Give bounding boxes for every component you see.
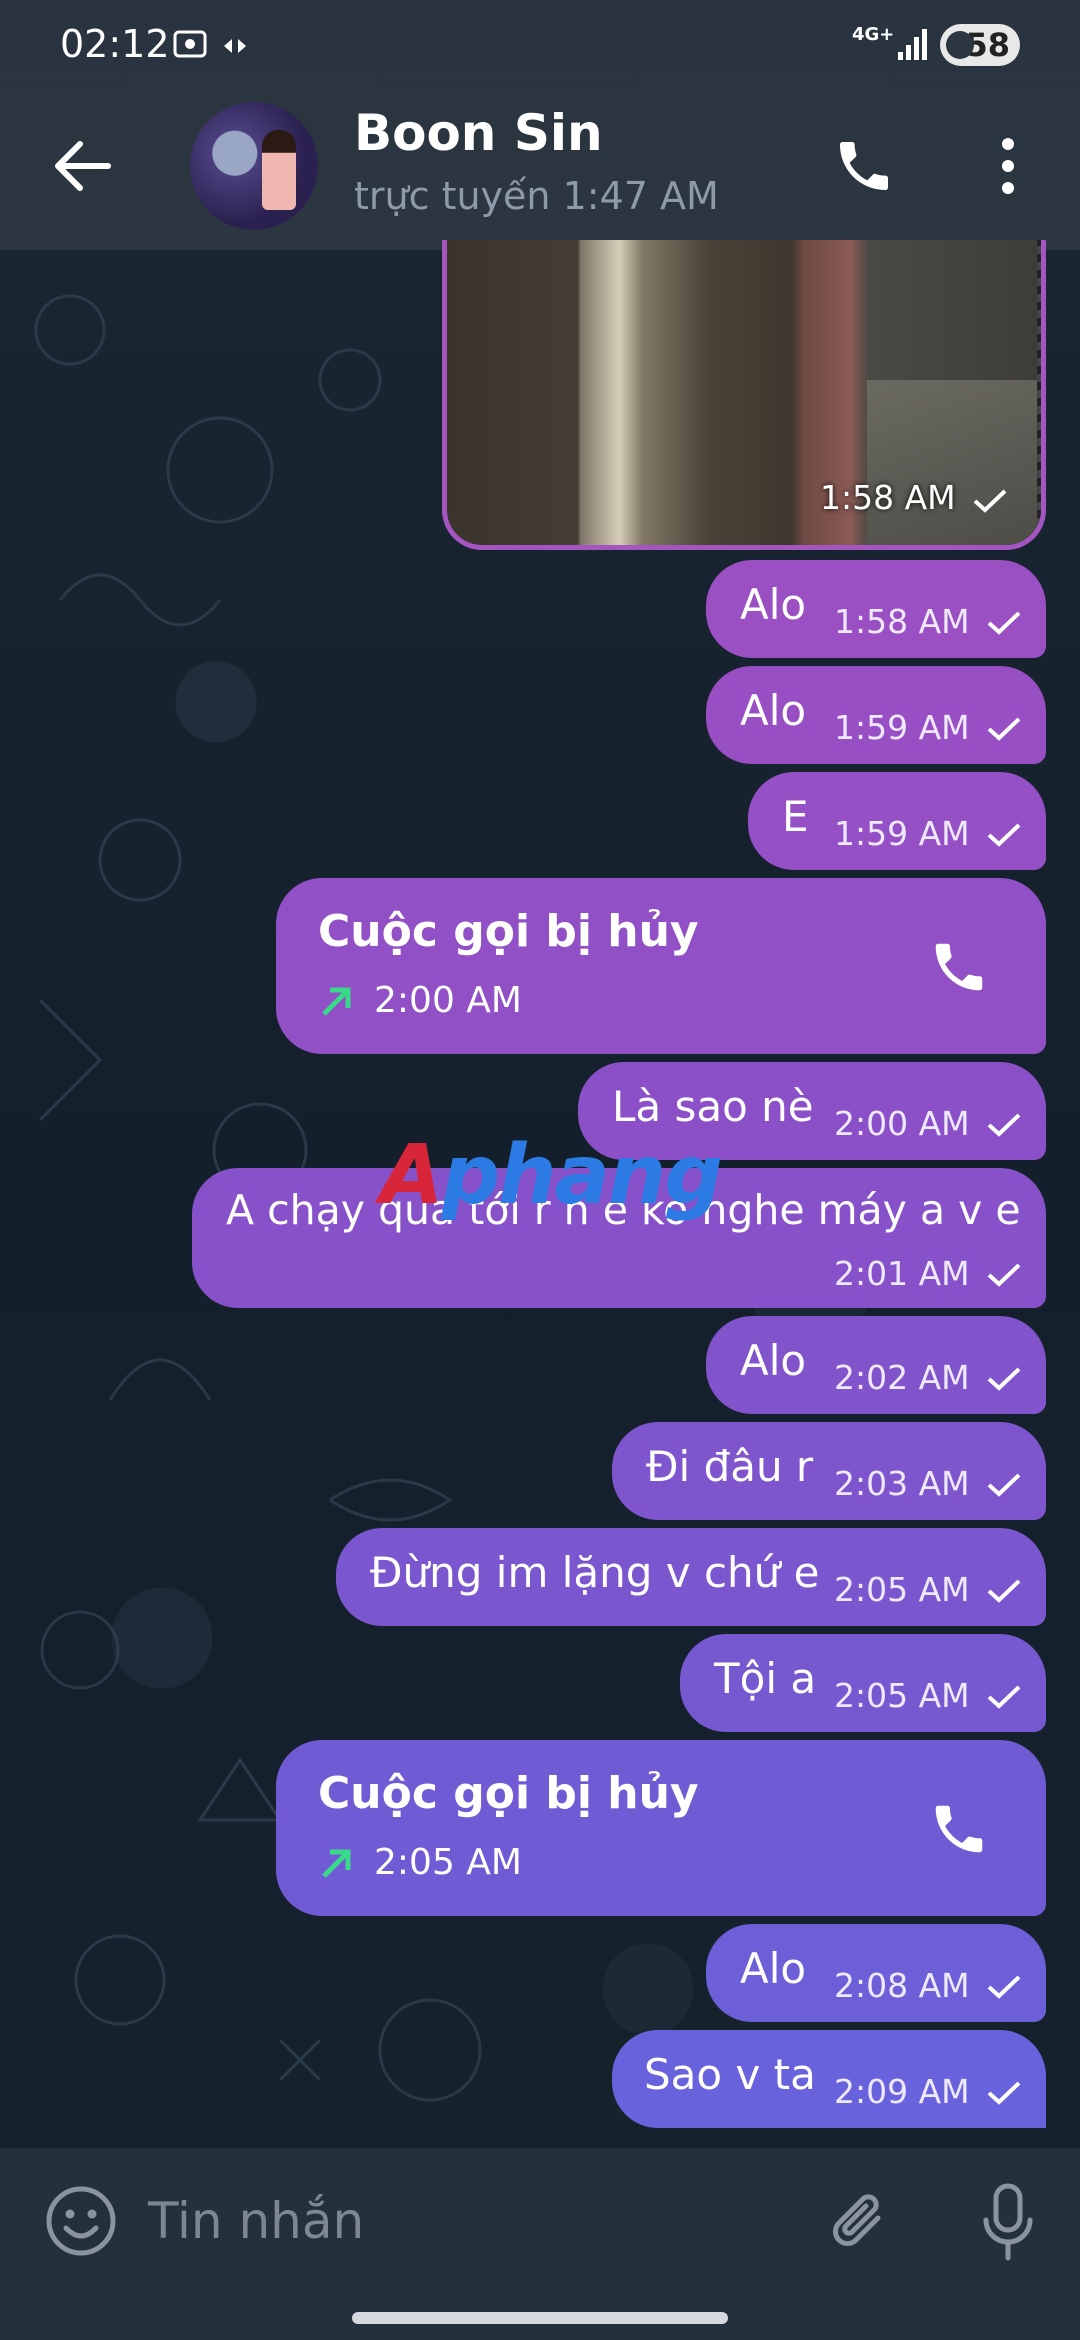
microphone-icon[interactable]	[978, 2182, 1038, 2264]
message-text: Alo	[740, 1944, 807, 1993]
message-text: Alo	[740, 686, 807, 735]
avatar[interactable]	[190, 102, 318, 230]
message-input-bar: Tin nhắn	[0, 2148, 1080, 2340]
read-check-icon	[987, 1367, 1021, 1391]
screenshot-icon	[173, 30, 207, 58]
read-check-icon	[987, 1263, 1021, 1287]
message-text: Sao v ta	[644, 2050, 816, 2099]
call-time: 2:00 AM	[374, 980, 522, 1021]
network-indicator: 4G+	[852, 24, 895, 45]
message-time: 2:05 AM	[834, 1570, 970, 1609]
message-time: 2:03 AM	[834, 1464, 970, 1503]
battery-indicator: 58	[940, 24, 1020, 66]
read-check-icon	[987, 823, 1021, 847]
message-time: 2:09 AM	[834, 2072, 970, 2111]
message-bubble[interactable]: Alo 1:59 AM	[706, 666, 1046, 764]
watermark: Aphang	[380, 1128, 723, 1223]
chat-header: 02:12 4G+ 58 Boon Sin trực tuyến 1:47 AM	[0, 0, 1080, 250]
message-text: Alo	[740, 580, 807, 629]
message-input[interactable]: Tin nhắn	[148, 2192, 364, 2250]
message-text: Alo	[740, 1336, 807, 1385]
message-text: Đừng im lặng v chứ e	[370, 1548, 820, 1597]
phone-icon[interactable]	[928, 936, 990, 998]
message-bubble[interactable]: Đi đâu r 2:03 AM	[612, 1422, 1046, 1520]
message-time: 1:58 AM	[820, 478, 956, 517]
message-text: Tội a	[714, 1654, 817, 1703]
more-options-icon[interactable]	[996, 136, 1020, 196]
watermark-part1: A	[380, 1128, 443, 1223]
attachment-icon[interactable]	[826, 2188, 896, 2258]
read-check-icon	[987, 611, 1021, 635]
photo-grate	[1037, 240, 1041, 545]
status-time: 02:12	[60, 22, 170, 66]
message-bubble[interactable]: E 1:59 AM	[748, 772, 1046, 870]
call-time: 2:05 AM	[374, 1842, 522, 1883]
message-time: 2:02 AM	[834, 1358, 970, 1397]
photo-curb	[867, 380, 1041, 545]
message-bubble[interactable]: Alo 1:58 AM	[706, 560, 1046, 658]
read-check-icon	[987, 1473, 1021, 1497]
outgoing-call-arrow-icon	[322, 1849, 351, 1878]
message-text: Là sao nè	[612, 1082, 814, 1131]
avatar-figure	[262, 130, 296, 210]
message-time: 2:05 AM	[834, 1676, 970, 1715]
message-bubble[interactable]: Alo 2:08 AM	[706, 1924, 1046, 2022]
message-time: 2:01 AM	[834, 1254, 970, 1293]
data-transfer-icon	[224, 39, 246, 53]
presence-status: trực tuyến 1:47 AM	[354, 174, 719, 218]
home-indicator[interactable]	[352, 2312, 728, 2324]
read-check-icon	[987, 1975, 1021, 1999]
message-time: 1:59 AM	[834, 708, 970, 747]
back-arrow-icon[interactable]	[52, 140, 112, 192]
emoji-icon[interactable]	[44, 2184, 118, 2258]
contact-name[interactable]: Boon Sin	[354, 104, 603, 162]
read-check-icon	[987, 717, 1021, 741]
read-check-icon	[987, 1113, 1021, 1137]
read-check-icon	[987, 1685, 1021, 1709]
battery-saver-icon	[946, 31, 974, 59]
message-time: 1:59 AM	[834, 814, 970, 853]
message-time: 2:00 AM	[834, 1104, 970, 1143]
message-text: E	[782, 792, 809, 841]
read-check-icon	[973, 489, 1007, 513]
outgoing-call-arrow-icon	[322, 987, 351, 1016]
message-time: 1:58 AM	[834, 602, 970, 641]
read-check-icon	[987, 2081, 1021, 2105]
phone-icon[interactable]	[832, 134, 896, 198]
call-status-text: Cuộc gọi bị hủy	[318, 906, 699, 957]
watermark-part2: phang	[441, 1128, 722, 1223]
message-bubble[interactable]: Sao v ta 2:09 AM	[612, 2030, 1046, 2128]
call-status-text: Cuộc gọi bị hủy	[318, 1768, 699, 1819]
message-time: 2:08 AM	[834, 1966, 970, 2005]
message-bubble[interactable]: Đừng im lặng v chứ e 2:05 AM	[336, 1528, 1046, 1626]
signal-icon	[898, 29, 927, 60]
call-message[interactable]: Cuộc gọi bị hủy 2:05 AM	[276, 1740, 1046, 1916]
message-text: Đi đâu r	[646, 1442, 814, 1491]
message-bubble[interactable]: Alo 2:02 AM	[706, 1316, 1046, 1414]
message-bubble[interactable]: Tội a 2:05 AM	[680, 1634, 1046, 1732]
read-check-icon	[987, 1579, 1021, 1603]
phone-icon[interactable]	[928, 1798, 990, 1860]
call-message[interactable]: Cuộc gọi bị hủy 2:00 AM	[276, 878, 1046, 1054]
